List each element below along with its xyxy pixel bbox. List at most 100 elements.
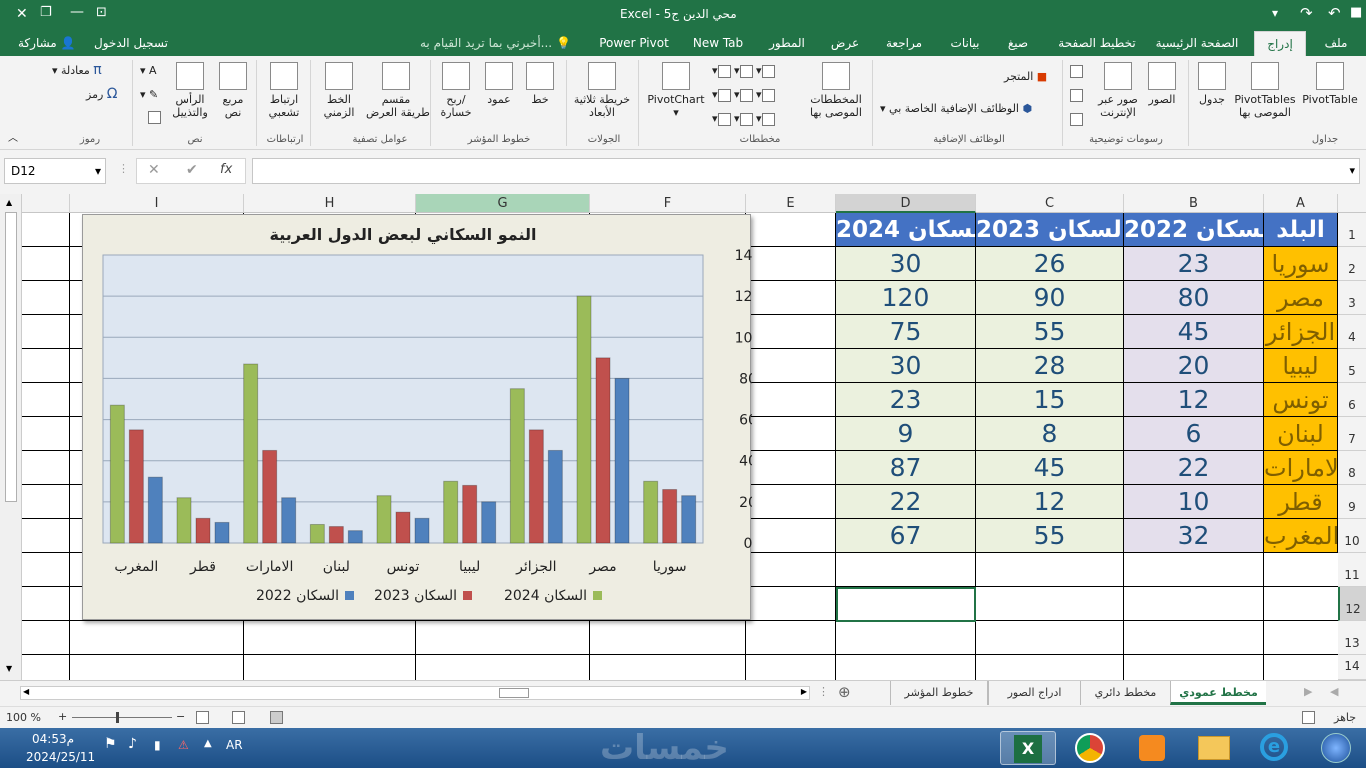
enter-icon[interactable]: ✔ (186, 162, 198, 178)
row-header-3[interactable]: 3 (1338, 281, 1366, 315)
clock-date[interactable]: 2024/25/11 (26, 750, 95, 764)
scroll-left-icon[interactable]: ◀ (23, 687, 29, 696)
bar-2-2[interactable] (509, 388, 525, 544)
active-cell-d12[interactable] (836, 587, 976, 622)
add-sheet-icon[interactable]: ⊕ (838, 683, 851, 701)
legend-entry[interactable]: السكان 2022 (256, 588, 339, 604)
redo-icon[interactable]: ↷ (1300, 4, 1313, 22)
cell-pop-2024[interactable]: 75 (836, 315, 976, 349)
show-hidden-icon[interactable]: ▲ (204, 738, 212, 749)
bar-2-5[interactable] (309, 523, 325, 544)
my-addins-button[interactable]: ▾ الوظائف الإضافية الخاصة بي ⬢ (880, 102, 1032, 115)
zoom-slider-thumb[interactable] (116, 712, 119, 723)
cell-pop-2022[interactable]: 32 (1124, 519, 1264, 553)
media-player-icon[interactable] (1124, 731, 1180, 765)
store-button[interactable]: المتجر ■ (1004, 70, 1047, 83)
language-indicator[interactable]: AR (226, 738, 243, 752)
bar-0-3[interactable] (481, 501, 497, 544)
cell-country[interactable]: قطر (1264, 485, 1338, 519)
prev-sheet-icon[interactable]: ◀ (1330, 685, 1338, 698)
sheet-tab-pie-chart[interactable]: مخطط دائري (1080, 681, 1170, 705)
column-header-d[interactable]: D (836, 194, 976, 213)
tab-page-layout[interactable]: تخطيط الصفحة (1052, 31, 1142, 56)
normal-view-icon[interactable] (270, 710, 283, 724)
bar-2-4[interactable] (376, 495, 392, 544)
scroll-up-icon[interactable]: ▲ (6, 198, 12, 207)
recommended-pivot-button[interactable]: PivotTables الموصى بها (1232, 62, 1298, 119)
hyperlink-button[interactable]: ارتباط تشعبي (262, 62, 306, 119)
bar-1-6[interactable] (262, 449, 278, 544)
tab-insert[interactable]: إدراج (1254, 31, 1306, 56)
undo-icon[interactable]: ↶ (1328, 4, 1341, 22)
next-sheet-icon[interactable]: ▶ (1304, 685, 1312, 698)
column-chart[interactable]: النمو السكاني لبعض الدول العربية 0204060… (82, 214, 752, 620)
bar-1-0[interactable] (662, 489, 678, 544)
tab-power-pivot[interactable]: Power Pivot (592, 31, 676, 56)
tab-review[interactable]: مراجعة (876, 31, 932, 56)
cell-pop-2022[interactable]: 80 (1124, 281, 1264, 315)
select-all-corner[interactable] (1338, 194, 1366, 213)
pie-chart-icon[interactable]: ▾ ▾ ▾ (712, 88, 775, 102)
volume-icon[interactable]: ♪ (128, 736, 137, 752)
tell-me-input[interactable]: أخبرني بما تريد القيام به... 💡 (420, 36, 571, 50)
expand-formula-icon[interactable]: ▾ (1349, 164, 1355, 177)
cell-country[interactable]: ليبيا (1264, 349, 1338, 383)
row-header-2[interactable]: 2 (1338, 247, 1366, 281)
bar-1-1[interactable] (595, 357, 611, 544)
cell-pop-2022[interactable]: 45 (1124, 315, 1264, 349)
row-header-5[interactable]: 5 (1338, 349, 1366, 383)
vertical-scrollbar[interactable]: ▲ ▼ (0, 194, 22, 680)
tab-data[interactable]: بيانات (940, 31, 990, 56)
row-header-13[interactable]: 13 (1338, 621, 1366, 655)
scrollbar-thumb[interactable] (5, 212, 17, 502)
bar-1-7[interactable] (195, 517, 211, 544)
cell-pop-2022[interactable]: 10 (1124, 485, 1264, 519)
bar-0-1[interactable] (614, 377, 630, 544)
more-sheets-icon[interactable]: ⋮ (818, 685, 829, 698)
row-header-1[interactable]: 1 (1338, 213, 1366, 247)
signin-button[interactable]: تسجيل الدخول (94, 36, 168, 50)
row-header-8[interactable]: 8 (1338, 451, 1366, 485)
column-header-e[interactable]: E (746, 194, 836, 213)
symbol-button[interactable]: رمز Ω (86, 87, 117, 101)
zoom-in-icon[interactable]: + (58, 710, 67, 723)
horizontal-scrollbar[interactable]: ◀ ▶ (20, 686, 810, 700)
bar-0-8[interactable] (147, 476, 163, 544)
bar-0-4[interactable] (414, 517, 430, 544)
bar-1-3[interactable] (462, 484, 478, 544)
battery-icon[interactable]: ▮ (154, 738, 161, 752)
sparkline-winloss-button[interactable]: ربح/خسارة (436, 62, 476, 119)
function-icon[interactable]: fx (220, 162, 232, 177)
bar-1-8[interactable] (128, 429, 144, 544)
cell-pop-2022[interactable]: 23 (1124, 247, 1264, 281)
cell-pop-2023[interactable]: 26 (976, 247, 1124, 281)
cell-pop-2024[interactable]: 67 (836, 519, 976, 553)
tab-home[interactable]: الصفحة الرئيسية (1150, 31, 1244, 56)
pivotchart-button[interactable]: PivotChart ▾ (646, 62, 706, 119)
cancel-icon[interactable]: ✕ (148, 162, 160, 178)
sheet-tab-insert-pictures[interactable]: ادراج الصور (988, 681, 1080, 705)
smartart-icon[interactable] (1070, 88, 1083, 102)
cell-pop-2024[interactable]: 23 (836, 383, 976, 417)
bar-0-7[interactable] (214, 521, 230, 544)
bar-2-0[interactable] (643, 480, 659, 544)
macro-record-icon[interactable] (1302, 710, 1315, 724)
bar-1-4[interactable] (395, 511, 411, 544)
sheet-tab-column-chart[interactable]: مخطط عمودي (1170, 681, 1266, 705)
signature-icon[interactable]: ▾ ✎ (140, 88, 158, 101)
recommended-charts-button[interactable]: المخططات الموصى بها (806, 62, 866, 119)
cell-pop-2024[interactable]: 30 (836, 349, 976, 383)
bar-2-1[interactable] (576, 295, 592, 544)
chrome-icon[interactable] (1062, 731, 1118, 765)
cell-country[interactable]: سوريا (1264, 247, 1338, 281)
start-button[interactable] (1306, 731, 1366, 765)
cell-country[interactable]: تونس (1264, 383, 1338, 417)
header-cell-country[interactable]: البلد (1264, 213, 1338, 247)
online-pictures-button[interactable]: صور عبر الإنترنت (1094, 62, 1142, 119)
file-explorer-icon[interactable] (1186, 731, 1242, 765)
cell-pop-2023[interactable]: 12 (976, 485, 1124, 519)
save-icon[interactable]: ■ (1350, 5, 1362, 20)
ribbon-display-icon[interactable]: ⊡ (96, 5, 107, 20)
cell-pop-2022[interactable]: 6 (1124, 417, 1264, 451)
hscroll-thumb[interactable] (499, 688, 529, 698)
